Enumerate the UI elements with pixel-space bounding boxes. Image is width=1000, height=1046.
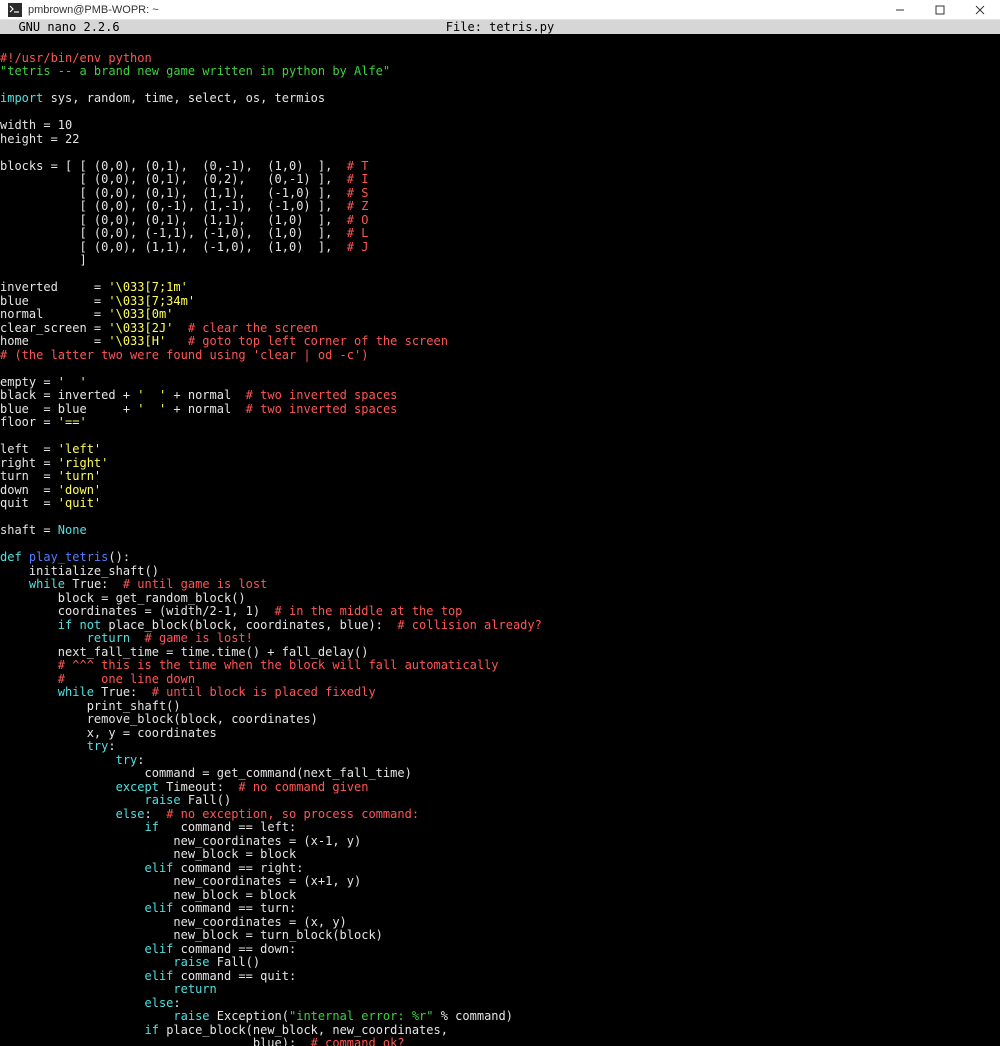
code-line: blocks = [ [ (0,0), (0,1), (0,-1), (1,0)… <box>0 160 1000 174</box>
code-line: initialize_shaft() <box>0 565 1000 579</box>
code-line: floor = '==' <box>0 416 1000 430</box>
code-line: shaft = None <box>0 524 1000 538</box>
code-line: next_fall_time = time.time() + fall_dela… <box>0 646 1000 660</box>
code-line: [ (0,0), (0,1), (1,1), (-1,0) ], # S <box>0 187 1000 201</box>
code-line: coordinates = (width/2-1, 1) # in the mi… <box>0 605 1000 619</box>
code-line: while True: # until block is placed fixe… <box>0 686 1000 700</box>
code-line: elif command == down: <box>0 943 1000 957</box>
code-line <box>0 538 1000 552</box>
code-line: new_coordinates = (x-1, y) <box>0 835 1000 849</box>
terminal-icon <box>8 3 22 17</box>
nano-file: File: tetris.py <box>0 20 1000 34</box>
code-line: raise Fall() <box>0 956 1000 970</box>
code-line: elif command == right: <box>0 862 1000 876</box>
file-label: File: <box>446 20 489 34</box>
code-line: # ^^^ this is the time when the block wi… <box>0 659 1000 673</box>
code-line: new_block = block <box>0 848 1000 862</box>
code-line: remove_block(block, coordinates) <box>0 713 1000 727</box>
code-line: clear_screen = '\033[2J' # clear the scr… <box>0 322 1000 336</box>
window-controls <box>880 0 1000 20</box>
code-line: elif command == quit: <box>0 970 1000 984</box>
code-line: [ (0,0), (0,-1), (1,-1), (-1,0) ], # Z <box>0 200 1000 214</box>
code-line: turn = 'turn' <box>0 470 1000 484</box>
code-line: # one line down <box>0 673 1000 687</box>
nano-version: GNU nano 2.2.6 <box>0 20 120 34</box>
code-line: elif command == turn: <box>0 902 1000 916</box>
window-titlebar: pmbrown@PMB-WOPR: ~ <box>0 0 1000 20</box>
code-line: try: <box>0 754 1000 768</box>
code-line: command = get_command(next_fall_time) <box>0 767 1000 781</box>
code-line: width = 10 <box>0 119 1000 133</box>
code-line <box>0 38 1000 52</box>
code-line: else: <box>0 997 1000 1011</box>
code-line: empty = ' ' <box>0 376 1000 390</box>
code-line: black = inverted + ' ' + normal # two in… <box>0 389 1000 403</box>
nano-header: GNU nano 2.2.6 File: tetris.py <box>0 20 1000 34</box>
code-line: left = 'left' <box>0 443 1000 457</box>
code-line <box>0 268 1000 282</box>
code-line: new_coordinates = (x, y) <box>0 916 1000 930</box>
code-line: # (the latter two were found using 'clea… <box>0 349 1000 363</box>
code-line: return # game is lost! <box>0 632 1000 646</box>
code-line: height = 22 <box>0 133 1000 147</box>
code-line <box>0 430 1000 444</box>
code-line <box>0 106 1000 120</box>
code-line <box>0 146 1000 160</box>
filename: tetris.py <box>489 20 554 34</box>
code-line: #!/usr/bin/env python <box>0 52 1000 66</box>
code-line: raise Exception("internal error: %r" % c… <box>0 1010 1000 1024</box>
code-line: [ (0,0), (1,1), (-1,0), (1,0) ], # J <box>0 241 1000 255</box>
code-line: blue = '\033[7;34m' <box>0 295 1000 309</box>
code-line: except Timeout: # no command given <box>0 781 1000 795</box>
code-line: normal = '\033[0m' <box>0 308 1000 322</box>
code-line <box>0 79 1000 93</box>
minimize-button[interactable] <box>880 0 920 20</box>
code-line: new_block = turn_block(block) <box>0 929 1000 943</box>
code-line: blue = blue + ' ' + normal # two inverte… <box>0 403 1000 417</box>
code-line: [ (0,0), (0,1), (1,1), (1,0) ], # O <box>0 214 1000 228</box>
code-line: return <box>0 983 1000 997</box>
code-line <box>0 362 1000 376</box>
code-line <box>0 511 1000 525</box>
code-line: print_shaft() <box>0 700 1000 714</box>
code-line: new_block = block <box>0 889 1000 903</box>
code-line: x, y = coordinates <box>0 727 1000 741</box>
code-line: if command == left: <box>0 821 1000 835</box>
code-line: try: <box>0 740 1000 754</box>
code-line: ] <box>0 254 1000 268</box>
code-line: inverted = '\033[7;1m' <box>0 281 1000 295</box>
code-line: else: # no exception, so process command… <box>0 808 1000 822</box>
code-line: if not place_block(block, coordinates, b… <box>0 619 1000 633</box>
maximize-button[interactable] <box>920 0 960 20</box>
code-line: import sys, random, time, select, os, te… <box>0 92 1000 106</box>
code-line: [ (0,0), (0,1), (0,2), (0,-1) ], # I <box>0 173 1000 187</box>
code-line: "tetris -- a brand new game written in p… <box>0 65 1000 79</box>
window-title: pmbrown@PMB-WOPR: ~ <box>28 4 159 16</box>
code-line: new_coordinates = (x+1, y) <box>0 875 1000 889</box>
close-button[interactable] <box>960 0 1000 20</box>
code-line: raise Fall() <box>0 794 1000 808</box>
editor-area[interactable]: #!/usr/bin/env python"tetris -- a brand … <box>0 34 1000 1032</box>
code-line: down = 'down' <box>0 484 1000 498</box>
code-line: [ (0,0), (-1,1), (-1,0), (1,0) ], # L <box>0 227 1000 241</box>
code-line: def play_tetris(): <box>0 551 1000 565</box>
code-line: quit = 'quit' <box>0 497 1000 511</box>
code-line: block = get_random_block() <box>0 592 1000 606</box>
code-line: right = 'right' <box>0 457 1000 471</box>
code-line: while True: # until game is lost <box>0 578 1000 592</box>
code-line: home = '\033[H' # goto top left corner o… <box>0 335 1000 349</box>
